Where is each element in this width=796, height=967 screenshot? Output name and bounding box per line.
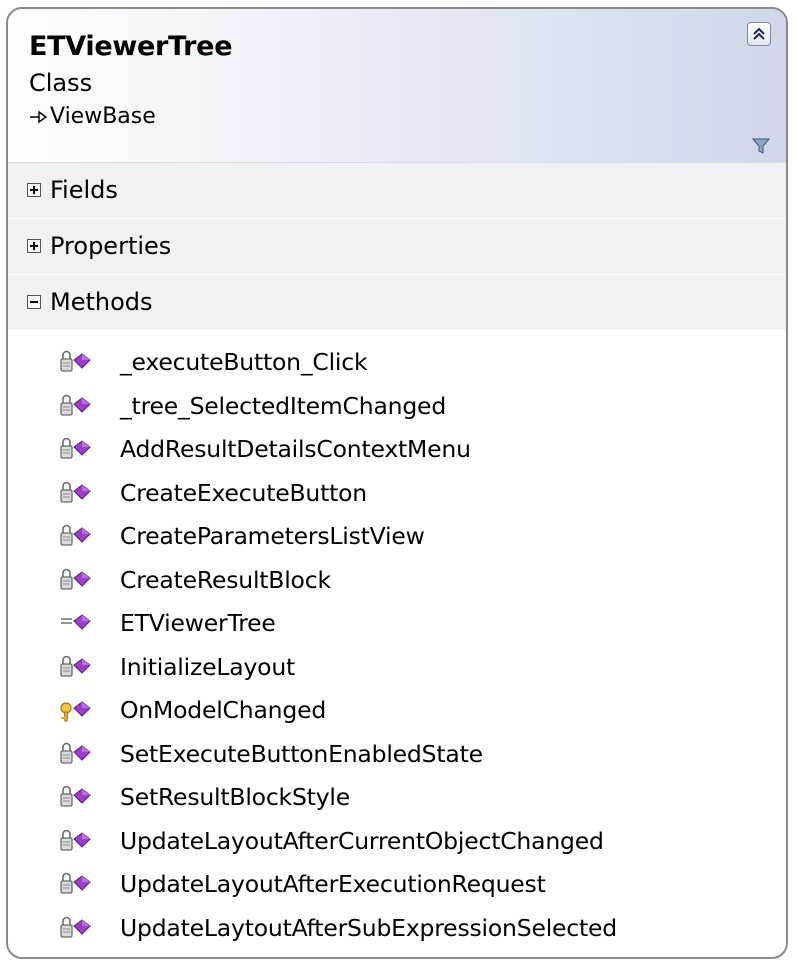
- methods-list: _executeButton_Click _tree_SelectedItemCh…: [8, 331, 786, 949]
- inheritance-arrow-icon: [30, 110, 47, 123]
- method-name: SetResultBlockStyle: [120, 783, 350, 811]
- method-name: UpdateLaytoutAfterSubExpressionSelected: [120, 913, 618, 942]
- section-fields[interactable]: Fields: [8, 163, 786, 219]
- private-method-icon: [58, 564, 94, 594]
- method-name: ETViewerTree: [120, 609, 276, 637]
- filter-icon[interactable]: [752, 137, 770, 155]
- method-item[interactable]: SetResultBlockStyle: [8, 775, 786, 819]
- private-method-icon: [58, 651, 94, 681]
- method-item[interactable]: OnModelChanged: [8, 688, 786, 732]
- collapse-icon[interactable]: [27, 295, 41, 309]
- method-name: UpdateLayoutAfterCurrentObjectChanged: [120, 826, 604, 855]
- method-name: _executeButton_Click: [120, 348, 368, 376]
- private-method-icon: [58, 912, 94, 942]
- private-method-icon: [58, 825, 94, 855]
- class-kind: Class: [29, 69, 93, 97]
- private-method-icon: [58, 520, 94, 550]
- section-properties[interactable]: Properties: [8, 219, 786, 275]
- section-label: Fields: [50, 176, 118, 204]
- method-item[interactable]: CreateResultBlock: [8, 558, 786, 602]
- method-item[interactable]: ETViewerTree: [8, 601, 786, 645]
- protected-method-icon: [58, 694, 94, 724]
- method-name: AddResultDetailsContextMenu: [120, 435, 471, 463]
- collapse-button[interactable]: [747, 22, 771, 46]
- method-item[interactable]: _tree_SelectedItemChanged: [8, 384, 786, 428]
- method-item[interactable]: UpdateLaytoutAfterSubExpressionSelected: [8, 906, 786, 950]
- base-type-label: ViewBase: [50, 104, 156, 129]
- section-label: Properties: [50, 232, 172, 260]
- method-name: UpdateLayoutAfterExecutionRequest: [120, 870, 546, 898]
- private-method-icon: [58, 868, 94, 898]
- class-header[interactable]: ETViewerTree Class ViewBase: [8, 9, 786, 163]
- private-method-icon: [58, 738, 94, 768]
- class-name[interactable]: ETViewerTree: [29, 31, 233, 62]
- expand-icon[interactable]: [27, 183, 41, 197]
- method-name: _tree_SelectedItemChanged: [120, 391, 447, 420]
- method-item[interactable]: _executeButton_Click: [8, 340, 786, 384]
- method-name: SetExecuteButtonEnabledState: [120, 739, 483, 768]
- method-name: CreateResultBlock: [120, 565, 331, 594]
- base-type: ViewBase: [29, 104, 156, 129]
- method-item[interactable]: SetExecuteButtonEnabledState: [8, 732, 786, 776]
- double-chevron-up-icon: [753, 27, 765, 40]
- private-method-icon: [58, 477, 94, 507]
- expand-icon[interactable]: [27, 239, 41, 253]
- section-methods[interactable]: Methods: [8, 275, 786, 331]
- public-method-icon: [58, 607, 94, 637]
- section-label: Methods: [50, 288, 153, 316]
- method-name: CreateExecuteButton: [120, 478, 367, 507]
- private-method-icon: [58, 390, 94, 420]
- method-item[interactable]: CreateExecuteButton: [8, 471, 786, 515]
- private-method-icon: [58, 433, 94, 463]
- method-item[interactable]: UpdateLayoutAfterExecutionRequest: [8, 862, 786, 906]
- private-method-icon: [58, 346, 94, 376]
- method-name: OnModelChanged: [120, 696, 327, 724]
- method-item[interactable]: UpdateLayoutAfterCurrentObjectChanged: [8, 819, 786, 863]
- method-item[interactable]: InitializeLayout: [8, 645, 786, 689]
- method-name: CreateParametersListView: [120, 522, 425, 550]
- private-method-icon: [58, 781, 94, 811]
- method-item[interactable]: AddResultDetailsContextMenu: [8, 427, 786, 471]
- method-item[interactable]: CreateParametersListView: [8, 514, 786, 558]
- method-name: InitializeLayout: [120, 652, 296, 681]
- class-shape[interactable]: ETViewerTree Class ViewBase Fields Prope…: [6, 7, 788, 959]
